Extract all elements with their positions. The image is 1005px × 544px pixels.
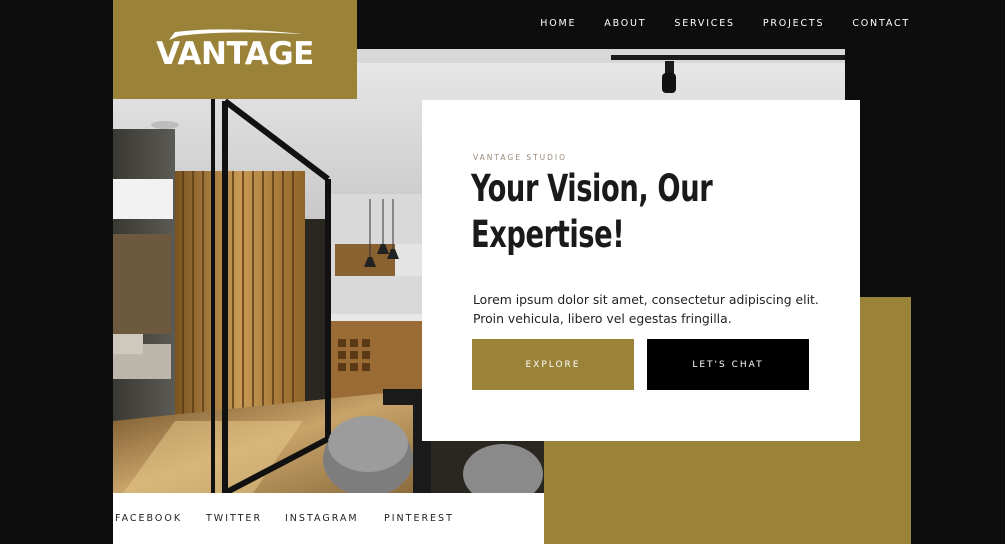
hero-eyebrow: VANTAGE STUDIO [473,153,568,162]
social-facebook-link[interactable]: FACEBOOK [115,513,182,524]
social-pinterest-link[interactable]: PINTEREST [384,513,454,524]
logo-swoosh-icon [169,29,303,40]
logo-block[interactable]: VANTAGE [113,0,357,99]
nav-contact-link[interactable]: CONTACT [852,18,910,29]
hero-headline-line2: Expertise! [471,213,625,256]
page: HOME ABOUT SERVICES PROJECTS CONTACT VAN… [0,0,1005,544]
social-bar: FACEBOOK TWITTER INSTAGRAM PINTEREST [113,493,544,544]
nav-projects-link[interactable]: PROJECTS [763,18,824,29]
nav-about-link[interactable]: ABOUT [604,18,646,29]
social-instagram-link[interactable]: INSTAGRAM [285,513,359,524]
explore-button[interactable]: EXPLORE [472,339,634,390]
hero-headline-line1: Your Vision, Our [471,167,713,210]
hero-description-line2: Proin vehicula, libero vel egestas fring… [473,311,732,326]
hero-headline: Your Vision, Our Expertise! [471,166,717,258]
hero-card: VANTAGE STUDIO Your Vision, Our Expertis… [422,100,860,441]
social-twitter-link[interactable]: TWITTER [206,513,262,524]
nav-services-link[interactable]: SERVICES [674,18,734,29]
lets-chat-button[interactable]: LET'S CHAT [647,339,809,390]
nav-home-link[interactable]: HOME [540,18,576,29]
hero-description-line1: Lorem ipsum dolor sit amet, consectetur … [473,292,819,307]
hero-description: Lorem ipsum dolor sit amet, consectetur … [473,290,843,328]
main-nav: HOME ABOUT SERVICES PROJECTS CONTACT [512,18,910,29]
